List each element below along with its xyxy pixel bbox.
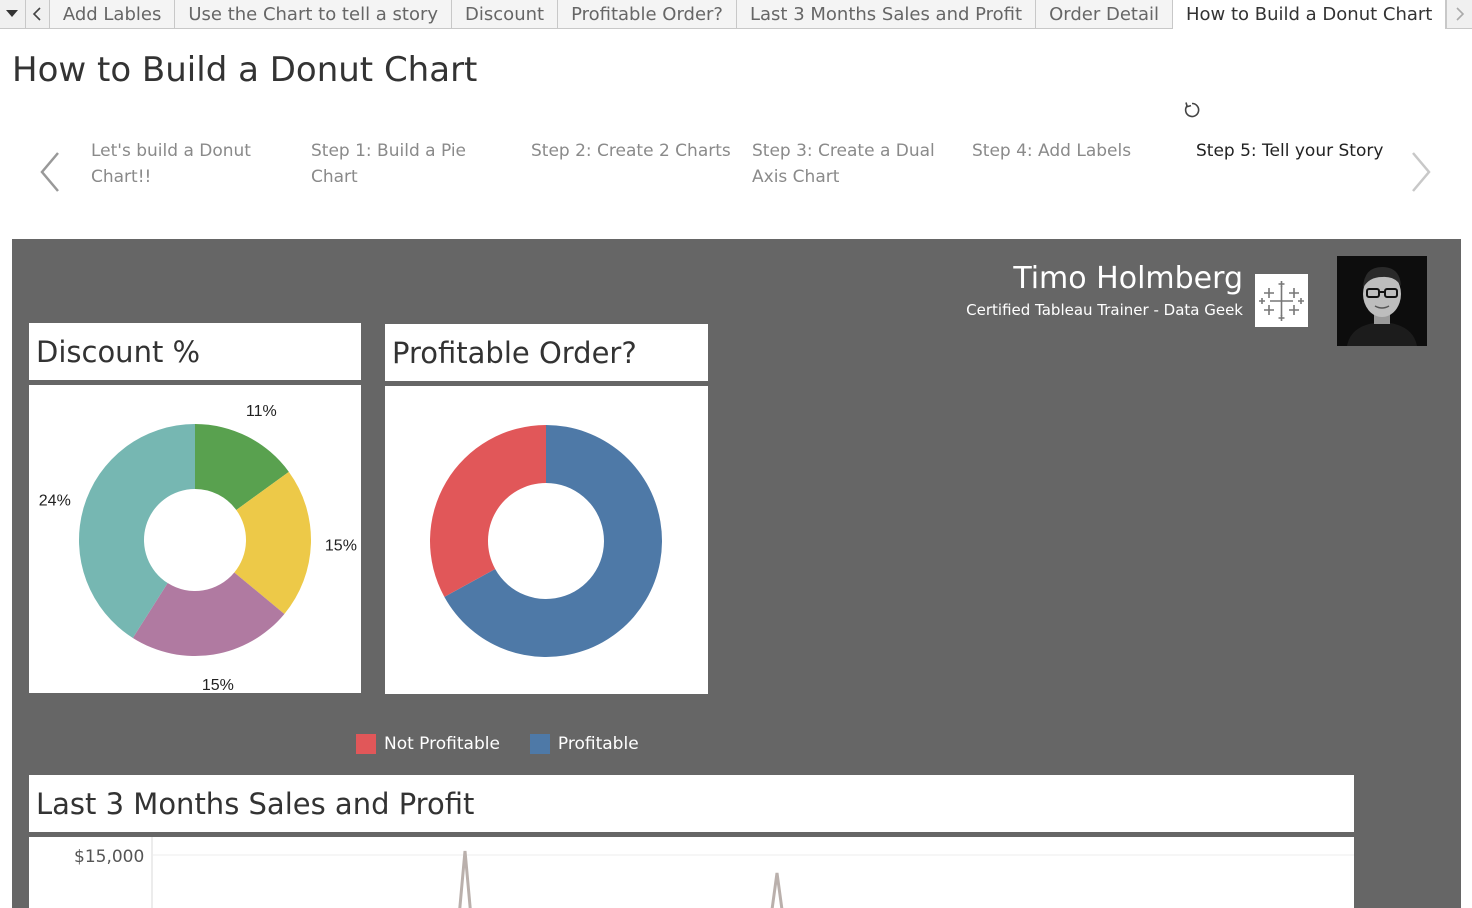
story-point-intro[interactable]: Let's build a Donut Chart!! <box>91 138 291 190</box>
legend-label-not-profitable: Not Profitable <box>384 734 500 754</box>
tableau-logo-icon <box>1255 274 1308 327</box>
profit-slice-1[interactable] <box>430 425 546 597</box>
tab-profitable-order[interactable]: Profitable Order? <box>558 0 737 28</box>
page-title: How to Build a Donut Chart <box>12 50 478 90</box>
caret-down-icon <box>6 10 19 17</box>
profit-donut-chart <box>430 425 662 657</box>
chevron-right-icon <box>1456 7 1464 21</box>
legend-item-profitable[interactable]: Profitable <box>529 734 639 754</box>
discount-label-3: 24% <box>39 492 71 509</box>
story-next-arrow-icon[interactable] <box>1409 150 1433 194</box>
discount-label-1: 15% <box>325 538 357 555</box>
story-prev-arrow-icon[interactable] <box>38 150 62 194</box>
sheet-tab-bar: Add Lables Use the Chart to tell a story… <box>0 0 1472 29</box>
sales-panel: $15,000 <box>29 837 1354 908</box>
story-point-step-4[interactable]: Step 4: Add Labels <box>972 138 1172 164</box>
sales-line-spike-2 <box>770 872 784 908</box>
legend-item-not-profitable[interactable]: Not Profitable <box>356 734 500 754</box>
sales-panel-title: Last 3 Months Sales and Profit <box>29 775 1354 832</box>
discount-label-2: 15% <box>202 677 234 693</box>
story-point-step-5[interactable]: Step 5: Tell your Story <box>1196 138 1396 164</box>
tab-use-chart-story[interactable]: Use the Chart to tell a story <box>175 0 453 28</box>
discount-panel: 11% 15% 15% 24% <box>29 385 361 694</box>
tab-order-detail[interactable]: Order Detail <box>1036 0 1173 28</box>
chevron-left-icon <box>33 7 41 21</box>
profit-panel-title: Profitable Order? <box>385 324 708 381</box>
sales-line-spike-1 <box>458 850 472 908</box>
profit-panel <box>385 386 708 694</box>
tab-last-3-months[interactable]: Last 3 Months Sales and Profit <box>737 0 1037 28</box>
discount-label-0: 11% <box>246 403 277 420</box>
sales-line-chart <box>151 837 1354 908</box>
author-name: Timo Holmberg <box>1013 261 1243 296</box>
story-point-step-1[interactable]: Step 1: Build a Pie Chart <box>311 138 511 190</box>
tab-donut-chart[interactable]: How to Build a Donut Chart <box>1172 0 1447 29</box>
story-point-step-2[interactable]: Step 2: Create 2 Charts <box>531 138 731 164</box>
tab-add-lables[interactable]: Add Lables <box>49 0 176 28</box>
story-point-step-3[interactable]: Step 3: Create a Dual Axis Chart <box>752 138 952 190</box>
discount-donut-chart: 11% 15% 15% 24% <box>39 403 357 694</box>
tab-menu-dropdown[interactable] <box>0 0 26 28</box>
tab-scroll-right[interactable] <box>1446 0 1472 28</box>
tab-scroll-left[interactable] <box>25 0 50 28</box>
legend-swatch-not-profitable <box>356 734 376 754</box>
profit-legend: Not Profitable Profitable <box>356 734 639 754</box>
revert-icon[interactable] <box>1182 100 1202 120</box>
dashboard-area: Timo Holmberg Certified Tableau Trainer … <box>12 239 1461 908</box>
author-avatar <box>1337 256 1427 346</box>
tab-discount[interactable]: Discount <box>452 0 559 28</box>
discount-panel-title: Discount % <box>29 323 361 380</box>
legend-swatch-profitable <box>529 734 550 754</box>
legend-label-profitable: Profitable <box>557 734 639 754</box>
author-subtitle: Certified Tableau Trainer - Data Geek <box>966 301 1243 319</box>
